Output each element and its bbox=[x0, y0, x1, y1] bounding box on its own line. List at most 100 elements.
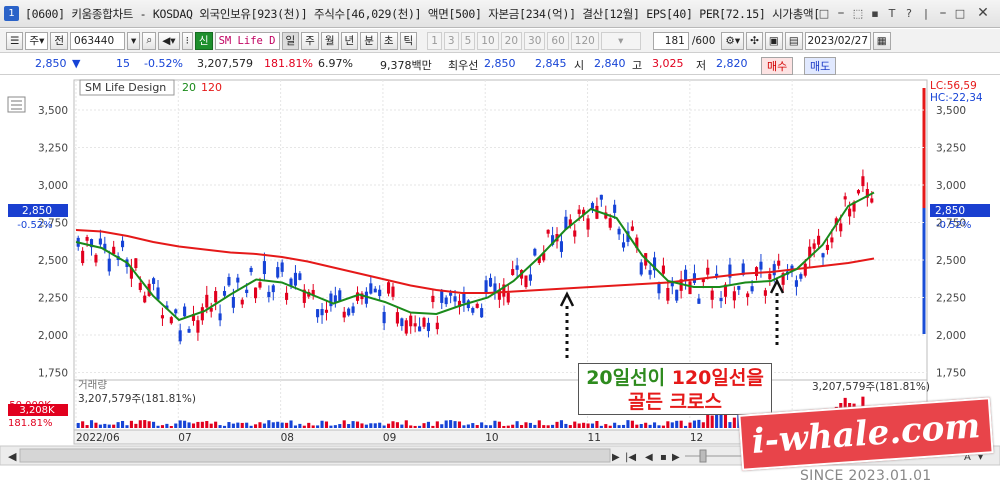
crosshair-icon[interactable]: ✣ bbox=[746, 31, 763, 50]
market-select[interactable]: 주 ▾ bbox=[25, 31, 49, 50]
candle-body bbox=[426, 322, 431, 332]
volume-bar bbox=[644, 422, 648, 428]
candle-body bbox=[174, 309, 178, 314]
high-price: 3,025 bbox=[652, 57, 684, 70]
restore-group-icon[interactable]: ⬚ bbox=[851, 5, 865, 21]
candle-body bbox=[488, 277, 493, 287]
minimize-icon[interactable]: ⎯ bbox=[936, 5, 950, 21]
volume-bar bbox=[205, 421, 209, 428]
volume-bar bbox=[582, 422, 586, 428]
candle-body bbox=[732, 291, 736, 301]
period-second-button[interactable]: 초 bbox=[379, 31, 398, 50]
annotation-ma20-text: 20일선 bbox=[586, 367, 648, 389]
interval-5-button[interactable]: 5 bbox=[460, 31, 476, 50]
interval-3-button[interactable]: 3 bbox=[443, 31, 459, 50]
pin-icon[interactable]: ▪ bbox=[868, 5, 882, 21]
period-week-button[interactable]: 주 bbox=[301, 31, 319, 50]
current-price: 2,850 bbox=[35, 57, 67, 70]
x-tick: 11 bbox=[588, 432, 601, 444]
candle-body bbox=[222, 290, 227, 296]
help-icon[interactable]: ? bbox=[902, 5, 916, 21]
sell-button[interactable]: 매도 bbox=[804, 57, 837, 75]
volume-bar bbox=[471, 423, 475, 428]
period-year-button[interactable]: 년 bbox=[340, 31, 359, 50]
open-price: 2,840 bbox=[594, 57, 626, 70]
interval-30-button[interactable]: 30 bbox=[524, 31, 546, 50]
all-button[interactable]: 전 bbox=[50, 31, 69, 50]
interval-120-button[interactable]: 120 bbox=[570, 31, 599, 50]
volume-bar bbox=[351, 421, 355, 428]
period-day-button[interactable]: 일 bbox=[281, 31, 300, 50]
maximize-icon[interactable]: □ bbox=[953, 5, 967, 21]
candle-body bbox=[94, 254, 98, 263]
interval-20-button[interactable]: 20 bbox=[500, 31, 523, 50]
candle-body bbox=[870, 198, 874, 203]
list-icon[interactable]: ☰ bbox=[6, 31, 24, 50]
candle-body bbox=[240, 299, 244, 305]
volume-bar bbox=[289, 420, 293, 428]
interval-1-button[interactable]: 1 bbox=[427, 31, 442, 50]
sound-icon[interactable]: ◀▾ bbox=[158, 31, 180, 50]
buy-button[interactable]: 매수 bbox=[761, 57, 794, 75]
stock-code-input[interactable]: 063440 bbox=[70, 31, 126, 50]
close-icon[interactable]: ✕ bbox=[970, 5, 996, 21]
candle-body bbox=[843, 196, 847, 200]
chevron-down-icon[interactable]: ▾ bbox=[127, 31, 141, 50]
save-icon[interactable]: ▣ bbox=[764, 31, 783, 50]
date-input[interactable]: 2023/02/27 bbox=[804, 31, 871, 50]
options-icon[interactable]: ⁝ bbox=[181, 31, 193, 50]
candle-body bbox=[648, 270, 652, 275]
volume-bar bbox=[666, 421, 670, 428]
count-input[interactable]: 181 bbox=[652, 31, 689, 50]
open-label: 시 bbox=[574, 59, 585, 72]
minimize-group-icon[interactable]: ⎯ bbox=[834, 5, 848, 21]
y-tick-left: 2,000 bbox=[38, 330, 68, 342]
calendar-icon[interactable]: ▦ bbox=[872, 31, 891, 50]
down-arrow-icon: ▼ bbox=[72, 57, 81, 70]
volume-bar bbox=[222, 425, 227, 428]
zoom-slider-thumb bbox=[699, 449, 707, 463]
candle-body bbox=[160, 315, 165, 319]
chart-area[interactable]: 3,500 3,250 3,000 2,750 2,500 2,250 2,000 1,750… bbox=[0, 76, 1000, 500]
volume-bar bbox=[360, 423, 364, 428]
volume-bar bbox=[316, 425, 320, 428]
candle-body bbox=[528, 274, 532, 281]
price-change: 15 bbox=[116, 57, 130, 70]
stock-name-field[interactable]: SM Life D bbox=[214, 31, 280, 50]
pause-icon: ▪ bbox=[660, 452, 667, 463]
period-month-button[interactable]: 월 bbox=[320, 31, 339, 50]
interval-custom-select[interactable]: ▾ bbox=[600, 31, 641, 50]
volume-bar bbox=[480, 422, 484, 428]
candle-body bbox=[98, 238, 102, 245]
volume-bar bbox=[701, 422, 705, 428]
volume-bar bbox=[533, 424, 537, 428]
volume-bar bbox=[120, 420, 125, 428]
chart-tools-icon[interactable]: ⚙▾ bbox=[721, 31, 745, 50]
new-badge[interactable]: 신 bbox=[194, 31, 213, 50]
volume-bar bbox=[573, 421, 577, 428]
interval-10-button[interactable]: 10 bbox=[477, 31, 499, 50]
candle-body bbox=[329, 293, 333, 307]
scroll-thumb bbox=[19, 448, 611, 463]
link-window-icon[interactable]: □ bbox=[817, 5, 831, 21]
candle-body bbox=[617, 228, 621, 235]
font-icon[interactable]: T bbox=[885, 5, 899, 21]
volume-bar bbox=[395, 422, 399, 428]
period-tick-button[interactable]: 틱 bbox=[399, 31, 418, 50]
window-controls: □ ⎯ ⬚ ▪ T ? | ⎯ □ ✕ bbox=[817, 5, 996, 21]
print-icon[interactable]: ▤ bbox=[784, 31, 803, 50]
search-icon[interactable]: ⌕ bbox=[142, 31, 157, 50]
candle-body bbox=[280, 262, 284, 272]
volume-bar bbox=[542, 425, 546, 428]
volume-bar bbox=[684, 425, 688, 428]
volume: 3,207,579 bbox=[197, 57, 253, 70]
interval-60-button[interactable]: 60 bbox=[547, 31, 569, 50]
arrow-head bbox=[559, 291, 575, 307]
y-tick-left: 2,250 bbox=[38, 293, 68, 305]
period-minute-button[interactable]: 분 bbox=[360, 31, 378, 50]
volume-bar bbox=[551, 424, 555, 428]
volume-bar bbox=[253, 424, 258, 428]
volume-bar bbox=[143, 420, 147, 428]
candle-body bbox=[112, 246, 116, 254]
candle-body bbox=[298, 273, 302, 280]
